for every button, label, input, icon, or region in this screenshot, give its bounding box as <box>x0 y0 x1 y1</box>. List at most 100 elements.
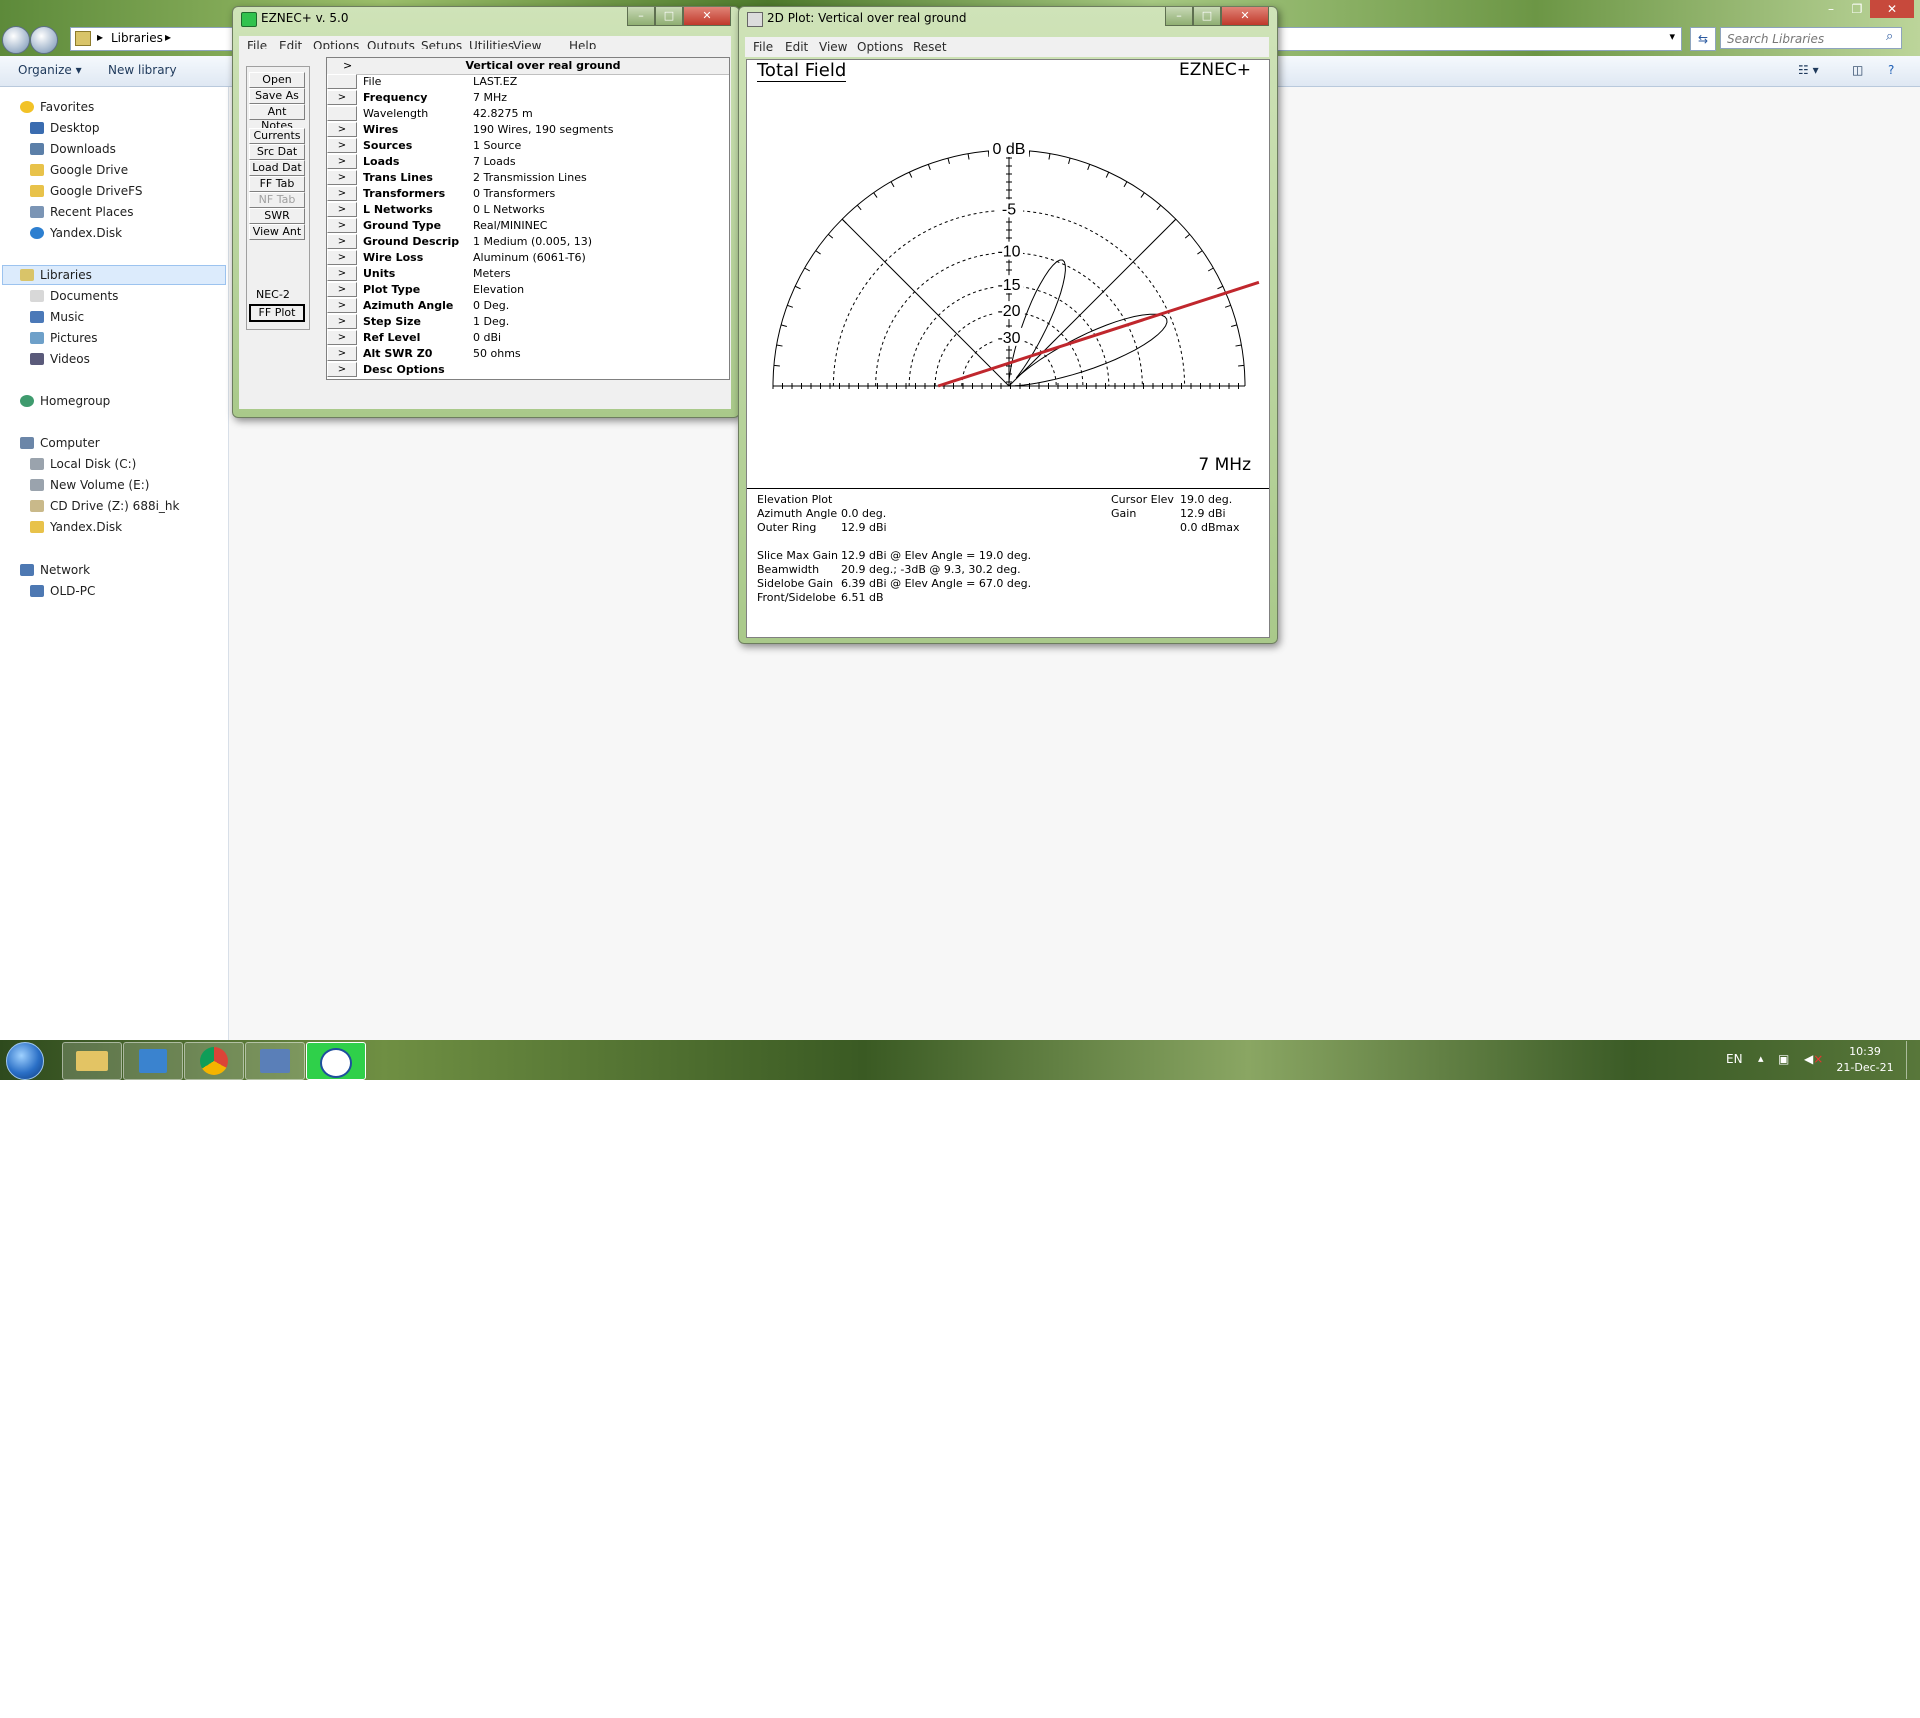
dropdown-icon[interactable]: ▾ <box>1669 30 1675 43</box>
row-expand-button[interactable] <box>327 74 357 89</box>
organize-button[interactable]: Organize ▾ <box>18 63 82 77</box>
preview-pane-icon[interactable]: ◫ <box>1852 63 1863 77</box>
row-expand-button[interactable]: > <box>327 186 357 201</box>
elevation-plot[interactable]: 0 dB -5 -10 -15 -20 -30 <box>747 60 1269 490</box>
nav-pictures[interactable]: Pictures <box>30 331 98 345</box>
organize-label: Organize <box>18 63 72 77</box>
forward-button[interactable] <box>30 26 58 54</box>
nav-favorites[interactable]: Favorites <box>20 100 94 114</box>
breadcrumb-chevron-icon[interactable]: ▸ <box>165 30 171 44</box>
grid-row[interactable]: > Wire Loss Aluminum (6061-T6) <box>327 250 729 266</box>
nav-old-pc[interactable]: OLD-PC <box>30 584 95 598</box>
help-icon[interactable]: ? <box>1888 63 1894 77</box>
row-expand-button[interactable]: > <box>327 282 357 297</box>
row-expand-button[interactable]: > <box>327 90 357 105</box>
minimize-icon[interactable]: – <box>627 7 655 26</box>
nav-computer[interactable]: Computer <box>20 436 100 450</box>
nav-downloads[interactable]: Downloads <box>30 142 116 156</box>
row-expand-button[interactable]: > <box>327 362 357 377</box>
nav-yandex-disk[interactable]: Yandex.Disk <box>30 226 122 240</box>
row-expand-button[interactable]: > <box>327 234 357 249</box>
row-expand-button[interactable]: > <box>327 202 357 217</box>
row-expand-button[interactable]: > <box>327 154 357 169</box>
nav-local-disk-c[interactable]: Local Disk (C:) <box>30 457 136 471</box>
close-icon[interactable]: ✕ <box>1870 0 1914 18</box>
grid-row[interactable]: > Sources 1 Source <box>327 138 729 154</box>
grid-row[interactable]: > Transformers 0 Transformers <box>327 186 729 202</box>
row-expand-button[interactable]: > <box>327 218 357 233</box>
maximize-icon[interactable]: □ <box>655 7 683 26</box>
grid-row[interactable]: > Trans Lines 2 Transmission Lines <box>327 170 729 186</box>
nav-google-drivefs[interactable]: Google DriveFS <box>30 184 142 198</box>
back-button[interactable] <box>2 26 30 54</box>
row-expand-button[interactable]: > <box>327 266 357 281</box>
nav-homegroup[interactable]: Homegroup <box>20 394 110 408</box>
new-library-button[interactable]: New library <box>108 63 177 77</box>
row-expand-button[interactable]: > <box>327 170 357 185</box>
row-expand-button[interactable]: > <box>327 250 357 265</box>
row-expand-button[interactable] <box>327 106 357 121</box>
grid-row[interactable]: > Plot Type Elevation <box>327 282 729 298</box>
plot-menu-view[interactable]: View <box>819 40 847 54</box>
row-expand-button[interactable]: > <box>327 314 357 329</box>
minimize-icon[interactable]: – <box>1818 0 1844 18</box>
grid-header-arrow[interactable]: > <box>343 59 352 72</box>
close-icon[interactable]: ✕ <box>683 7 731 26</box>
row-expand-button[interactable]: > <box>327 346 357 361</box>
nav-new-volume-e[interactable]: New Volume (E:) <box>30 478 149 492</box>
row-expand-button[interactable]: > <box>327 122 357 137</box>
breadcrumb-libraries[interactable]: Libraries <box>111 31 163 45</box>
taskbar-app[interactable] <box>123 1042 183 1080</box>
nav-google-drive[interactable]: Google Drive <box>30 163 128 177</box>
taskbar-eznec[interactable] <box>306 1042 366 1080</box>
taskbar-remote[interactable] <box>245 1042 305 1080</box>
plot-menu-edit[interactable]: Edit <box>785 40 808 54</box>
show-desktop-button[interactable] <box>1906 1041 1919 1079</box>
grid-row[interactable]: > Alt SWR Z0 50 ohms <box>327 346 729 362</box>
row-expand-button[interactable]: > <box>327 138 357 153</box>
close-icon[interactable]: ✕ <box>1221 7 1269 26</box>
network-tray-icon[interactable]: ▣ <box>1778 1052 1789 1066</box>
view-options-icon[interactable]: ☷ ▾ <box>1798 63 1819 77</box>
search-input[interactable]: Search Libraries <box>1720 27 1902 49</box>
row-expand-button[interactable]: > <box>327 330 357 345</box>
grid-row[interactable]: Wavelength 42.8275 m <box>327 106 729 122</box>
plot-menu-options[interactable]: Options <box>857 40 903 54</box>
grid-row[interactable]: File LAST.EZ <box>327 74 729 90</box>
tray-expand-icon[interactable]: ▴ <box>1758 1052 1764 1065</box>
nav-yandex-disk-drive[interactable]: Yandex.Disk <box>30 520 122 534</box>
grid-row[interactable]: > L Networks 0 L Networks <box>327 202 729 218</box>
language-indicator[interactable]: EN <box>1726 1052 1743 1066</box>
grid-row[interactable]: > Frequency 7 MHz <box>327 90 729 106</box>
nav-music[interactable]: Music <box>30 310 84 324</box>
clock[interactable]: 10:39 21-Dec-21 <box>1834 1045 1896 1074</box>
taskbar-explorer[interactable] <box>62 1042 122 1080</box>
grid-row[interactable]: > Azimuth Angle 0 Deg. <box>327 298 729 314</box>
refresh-icon[interactable]: ⇆ <box>1690 27 1716 51</box>
maximize-icon[interactable]: □ <box>1193 7 1221 26</box>
maximize-icon[interactable]: ❐ <box>1844 0 1870 18</box>
volume-muted-icon[interactable]: ◀× <box>1804 1052 1823 1066</box>
nav-cd-drive-z[interactable]: CD Drive (Z:) 688i_hk <box>30 499 179 513</box>
grid-row[interactable]: > Desc Options <box>327 362 729 378</box>
nav-network[interactable]: Network <box>20 563 90 577</box>
taskbar-chrome[interactable] <box>184 1042 244 1080</box>
elevation-cursor-line[interactable] <box>937 280 1260 388</box>
grid-row[interactable]: > Units Meters <box>327 266 729 282</box>
plot-menu-reset[interactable]: Reset <box>913 40 947 54</box>
nav-recent-places[interactable]: Recent Places <box>30 205 133 219</box>
row-expand-button[interactable]: > <box>327 298 357 313</box>
grid-row[interactable]: > Ground Type Real/MININEC <box>327 218 729 234</box>
plot-menu-file[interactable]: File <box>753 40 773 54</box>
grid-row[interactable]: > Ground Descrip 1 Medium (0.005, 13) <box>327 234 729 250</box>
minimize-icon[interactable]: – <box>1165 7 1193 26</box>
nav-videos[interactable]: Videos <box>30 352 90 366</box>
grid-row[interactable]: > Step Size 1 Deg. <box>327 314 729 330</box>
nav-documents[interactable]: Documents <box>30 289 118 303</box>
grid-row[interactable]: > Ref Level 0 dBi <box>327 330 729 346</box>
nav-libraries[interactable]: Libraries <box>20 268 92 282</box>
nav-desktop[interactable]: Desktop <box>30 121 100 135</box>
grid-row[interactable]: > Loads 7 Loads <box>327 154 729 170</box>
grid-row[interactable]: > Wires 190 Wires, 190 segments <box>327 122 729 138</box>
start-button[interactable] <box>6 1042 44 1080</box>
